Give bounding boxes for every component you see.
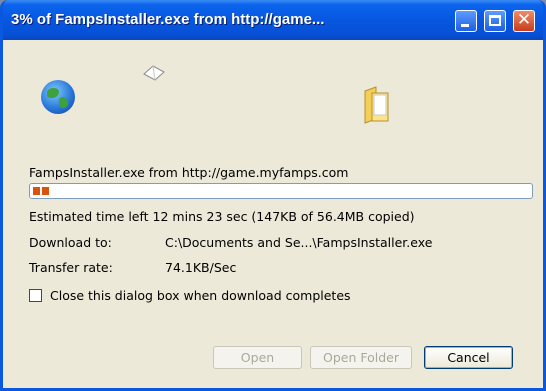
transfer-rate-label: Transfer rate: <box>29 260 113 275</box>
minimize-icon <box>461 24 469 27</box>
dialog-body: FampsInstaller.exe from http://game.myfa… <box>3 40 543 388</box>
globe-icon <box>41 80 75 114</box>
close-icon: ✕ <box>516 10 532 30</box>
cancel-button[interactable]: Cancel <box>424 346 513 369</box>
estimated-time-label: Estimated time left 12 mins 23 sec (147K… <box>29 209 415 224</box>
transfer-rate-value: 74.1KB/Sec <box>165 260 237 275</box>
download-to-label: Download to: <box>29 235 112 250</box>
close-button[interactable]: ✕ <box>513 10 535 32</box>
maximize-button[interactable] <box>484 10 506 32</box>
close-on-complete-label[interactable]: Close this dialog box when download comp… <box>50 288 351 303</box>
globe-land <box>59 97 68 108</box>
progress-fill <box>33 187 49 195</box>
source-label: FampsInstaller.exe from http://game.myfa… <box>29 165 349 180</box>
window-title: 3% of FampsInstaller.exe from http://gam… <box>11 11 325 28</box>
maximize-icon <box>489 15 501 26</box>
globe-land <box>47 88 59 98</box>
open-folder-button[interactable]: Open Folder <box>310 346 412 369</box>
close-on-complete-checkbox[interactable] <box>29 289 42 302</box>
folder-icon <box>364 86 389 124</box>
progress-segment <box>42 187 49 195</box>
download-to-value: C:\Documents and Se...\FampsInstaller.ex… <box>165 235 433 250</box>
open-button[interactable]: Open <box>213 346 302 369</box>
download-dialog: 3% of FampsInstaller.exe from http://gam… <box>0 0 546 391</box>
progress-segment <box>33 187 40 195</box>
flying-paper-icon <box>143 65 165 81</box>
minimize-button[interactable] <box>455 10 477 32</box>
download-progress-bar <box>29 183 533 199</box>
title-bar[interactable]: 3% of FampsInstaller.exe from http://gam… <box>3 0 543 40</box>
